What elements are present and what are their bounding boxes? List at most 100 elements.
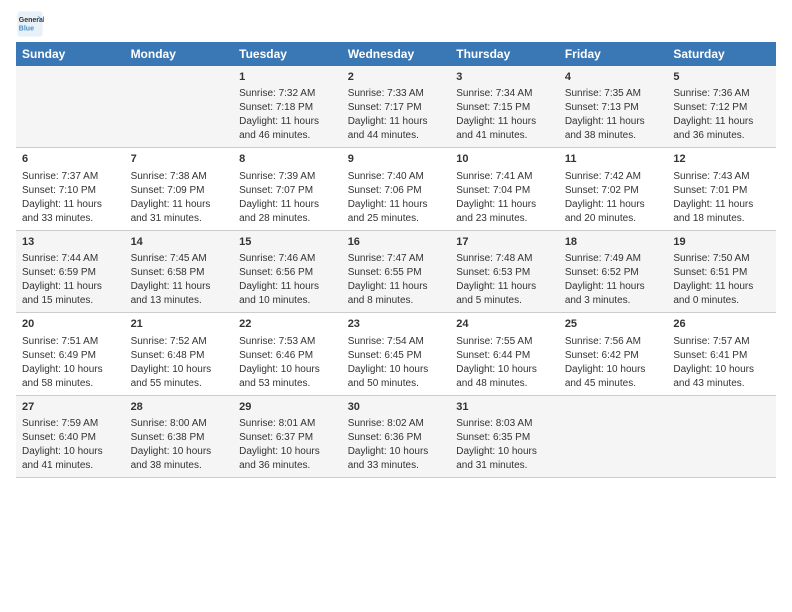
day-cell: 3 Sunrise: 7:34 AM Sunset: 7:15 PM Daylig… (450, 66, 559, 148)
day-number: 1 (239, 70, 336, 85)
day-cell (667, 395, 776, 477)
day-info: Sunrise: 7:47 AM Sunset: 6:55 PM Dayligh… (348, 252, 445, 308)
col-header-sunday: Sunday (16, 42, 125, 66)
day-cell: 10 Sunrise: 7:41 AM Sunset: 7:04 PM Dayli… (450, 148, 559, 230)
day-number: 4 (565, 70, 662, 85)
day-number: 9 (348, 152, 445, 167)
day-info: Sunrise: 7:45 AM Sunset: 6:58 PM Dayligh… (131, 252, 228, 308)
day-cell: 4 Sunrise: 7:35 AM Sunset: 7:13 PM Daylig… (559, 66, 668, 148)
day-info: Sunrise: 7:52 AM Sunset: 6:48 PM Dayligh… (131, 335, 228, 391)
logo-icon: General Blue (16, 10, 44, 38)
day-number: 14 (131, 235, 228, 250)
day-info: Sunrise: 7:56 AM Sunset: 6:42 PM Dayligh… (565, 335, 662, 391)
day-cell: 12 Sunrise: 7:43 AM Sunset: 7:01 PM Dayli… (667, 148, 776, 230)
week-row-2: 6 Sunrise: 7:37 AM Sunset: 7:10 PM Daylig… (16, 148, 776, 230)
day-info: Sunrise: 8:00 AM Sunset: 6:38 PM Dayligh… (131, 417, 228, 473)
day-info: Sunrise: 7:48 AM Sunset: 6:53 PM Dayligh… (456, 252, 553, 308)
day-info: Sunrise: 7:44 AM Sunset: 6:59 PM Dayligh… (22, 252, 119, 308)
day-info: Sunrise: 7:37 AM Sunset: 7:10 PM Dayligh… (22, 170, 119, 226)
day-number: 5 (673, 70, 770, 85)
day-info: Sunrise: 8:01 AM Sunset: 6:37 PM Dayligh… (239, 417, 336, 473)
week-row-4: 20Sunrise: 7:51 AM Sunset: 6:49 PM Dayli… (16, 313, 776, 395)
day-number: 2 (348, 70, 445, 85)
day-info: Sunrise: 7:53 AM Sunset: 6:46 PM Dayligh… (239, 335, 336, 391)
day-cell: 27Sunrise: 7:59 AM Sunset: 6:40 PM Dayli… (16, 395, 125, 477)
day-number: 11 (565, 152, 662, 167)
calendar-table: SundayMondayTuesdayWednesdayThursdayFrid… (16, 42, 776, 478)
day-cell: 20Sunrise: 7:51 AM Sunset: 6:49 PM Dayli… (16, 313, 125, 395)
day-info: Sunrise: 7:40 AM Sunset: 7:06 PM Dayligh… (348, 170, 445, 226)
day-number: 16 (348, 235, 445, 250)
day-number: 15 (239, 235, 336, 250)
day-number: 26 (673, 317, 770, 332)
day-cell: 14 Sunrise: 7:45 AM Sunset: 6:58 PM Dayli… (125, 230, 234, 312)
day-number: 12 (673, 152, 770, 167)
day-cell: 11 Sunrise: 7:42 AM Sunset: 7:02 PM Dayli… (559, 148, 668, 230)
day-cell: 15 Sunrise: 7:46 AM Sunset: 6:56 PM Dayli… (233, 230, 342, 312)
day-cell: 31Sunrise: 8:03 AM Sunset: 6:35 PM Dayli… (450, 395, 559, 477)
week-row-1: 1 Sunrise: 7:32 AM Sunset: 7:18 PM Daylig… (16, 66, 776, 148)
svg-text:Blue: Blue (19, 25, 34, 32)
day-number: 19 (673, 235, 770, 250)
day-cell: 25 Sunrise: 7:56 AM Sunset: 6:42 PM Dayli… (559, 313, 668, 395)
day-cell: 9 Sunrise: 7:40 AM Sunset: 7:06 PM Daylig… (342, 148, 451, 230)
day-info: Sunrise: 7:46 AM Sunset: 6:56 PM Dayligh… (239, 252, 336, 308)
day-info: Sunrise: 7:32 AM Sunset: 7:18 PM Dayligh… (239, 87, 336, 143)
logo: General Blue (16, 10, 48, 38)
day-number: 20 (22, 317, 119, 332)
week-row-3: 13Sunrise: 7:44 AM Sunset: 6:59 PM Dayli… (16, 230, 776, 312)
day-cell: 26 Sunrise: 7:57 AM Sunset: 6:41 PM Dayli… (667, 313, 776, 395)
day-cell: 18 Sunrise: 7:49 AM Sunset: 6:52 PM Dayli… (559, 230, 668, 312)
day-cell: 21 Sunrise: 7:52 AM Sunset: 6:48 PM Dayli… (125, 313, 234, 395)
day-info: Sunrise: 7:55 AM Sunset: 6:44 PM Dayligh… (456, 335, 553, 391)
day-number: 18 (565, 235, 662, 250)
day-number: 23 (348, 317, 445, 332)
day-info: Sunrise: 7:36 AM Sunset: 7:12 PM Dayligh… (673, 87, 770, 143)
day-info: Sunrise: 7:39 AM Sunset: 7:07 PM Dayligh… (239, 170, 336, 226)
header: General Blue (16, 10, 776, 38)
col-header-tuesday: Tuesday (233, 42, 342, 66)
week-row-5: 27Sunrise: 7:59 AM Sunset: 6:40 PM Dayli… (16, 395, 776, 477)
day-number: 10 (456, 152, 553, 167)
day-number: 21 (131, 317, 228, 332)
day-cell: 16 Sunrise: 7:47 AM Sunset: 6:55 PM Dayli… (342, 230, 451, 312)
day-cell: 2 Sunrise: 7:33 AM Sunset: 7:17 PM Daylig… (342, 66, 451, 148)
page-container: General Blue SundayMondayTuesdayWednesda… (0, 0, 792, 488)
day-number: 25 (565, 317, 662, 332)
day-cell: 24 Sunrise: 7:55 AM Sunset: 6:44 PM Dayli… (450, 313, 559, 395)
day-info: Sunrise: 7:34 AM Sunset: 7:15 PM Dayligh… (456, 87, 553, 143)
day-info: Sunrise: 8:03 AM Sunset: 6:35 PM Dayligh… (456, 417, 553, 473)
day-cell: 7Sunrise: 7:38 AM Sunset: 7:09 PM Daylig… (125, 148, 234, 230)
day-cell (16, 66, 125, 148)
day-cell (125, 66, 234, 148)
day-number: 6 (22, 152, 119, 167)
day-cell: 30Sunrise: 8:02 AM Sunset: 6:36 PM Dayli… (342, 395, 451, 477)
day-info: Sunrise: 7:41 AM Sunset: 7:04 PM Dayligh… (456, 170, 553, 226)
day-cell: 1 Sunrise: 7:32 AM Sunset: 7:18 PM Daylig… (233, 66, 342, 148)
day-info: Sunrise: 7:33 AM Sunset: 7:17 PM Dayligh… (348, 87, 445, 143)
day-number: 30 (348, 400, 445, 415)
calendar-header-row: SundayMondayTuesdayWednesdayThursdayFrid… (16, 42, 776, 66)
day-cell: 5 Sunrise: 7:36 AM Sunset: 7:12 PM Daylig… (667, 66, 776, 148)
day-info: Sunrise: 7:57 AM Sunset: 6:41 PM Dayligh… (673, 335, 770, 391)
day-info: Sunrise: 7:43 AM Sunset: 7:01 PM Dayligh… (673, 170, 770, 226)
col-header-monday: Monday (125, 42, 234, 66)
day-number: 3 (456, 70, 553, 85)
day-cell: 8Sunrise: 7:39 AM Sunset: 7:07 PM Daylig… (233, 148, 342, 230)
day-number: 24 (456, 317, 553, 332)
day-info: Sunrise: 7:35 AM Sunset: 7:13 PM Dayligh… (565, 87, 662, 143)
day-info: Sunrise: 7:54 AM Sunset: 6:45 PM Dayligh… (348, 335, 445, 391)
day-number: 22 (239, 317, 336, 332)
day-cell: 22 Sunrise: 7:53 AM Sunset: 6:46 PM Dayli… (233, 313, 342, 395)
day-info: Sunrise: 7:49 AM Sunset: 6:52 PM Dayligh… (565, 252, 662, 308)
day-cell: 29Sunrise: 8:01 AM Sunset: 6:37 PM Dayli… (233, 395, 342, 477)
day-number: 28 (131, 400, 228, 415)
col-header-thursday: Thursday (450, 42, 559, 66)
day-info: Sunrise: 7:38 AM Sunset: 7:09 PM Dayligh… (131, 170, 228, 226)
col-header-wednesday: Wednesday (342, 42, 451, 66)
day-cell: 17 Sunrise: 7:48 AM Sunset: 6:53 PM Dayli… (450, 230, 559, 312)
day-info: Sunrise: 7:42 AM Sunset: 7:02 PM Dayligh… (565, 170, 662, 226)
day-number: 17 (456, 235, 553, 250)
day-cell: 19Sunrise: 7:50 AM Sunset: 6:51 PM Dayli… (667, 230, 776, 312)
day-cell: 28 Sunrise: 8:00 AM Sunset: 6:38 PM Dayli… (125, 395, 234, 477)
